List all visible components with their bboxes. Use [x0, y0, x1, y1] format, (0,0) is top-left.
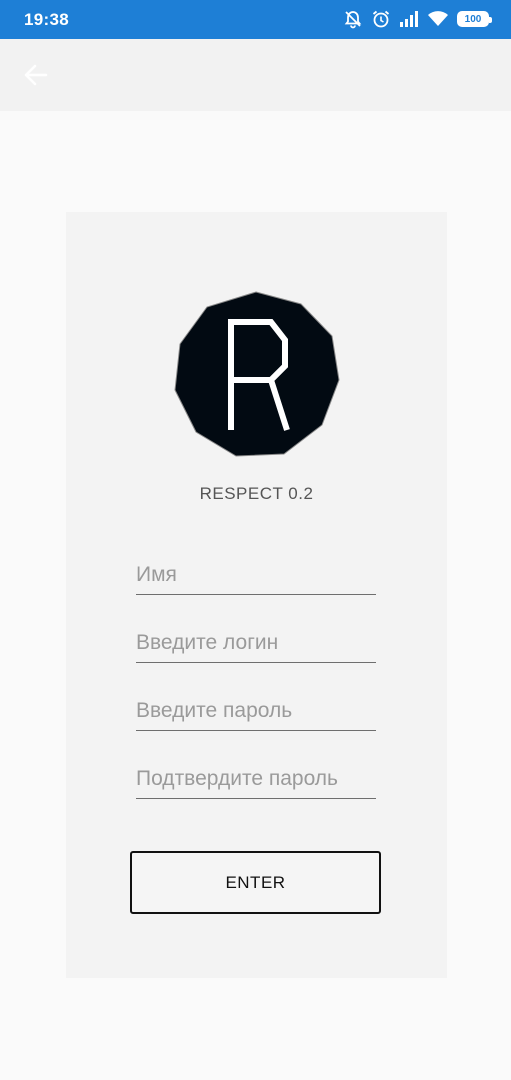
alarm-clock-icon — [371, 9, 391, 29]
status-time: 19:38 — [24, 10, 69, 29]
back-button[interactable] — [22, 61, 50, 89]
signal-icon — [399, 10, 419, 28]
password-input[interactable] — [136, 695, 376, 730]
name-input[interactable] — [136, 559, 376, 594]
app-logo — [171, 290, 341, 460]
toolbar — [0, 39, 511, 111]
alarm-off-icon — [343, 9, 363, 29]
login-input[interactable] — [136, 627, 376, 662]
battery-icon: 100 — [457, 11, 492, 27]
status-bar: 19:38 100 — [0, 0, 511, 39]
register-card: RESPECT 0.2 ENTER — [66, 212, 447, 978]
enter-button[interactable]: ENTER — [130, 851, 381, 914]
app-name: RESPECT 0.2 — [199, 484, 314, 503]
confirm-password-field[interactable] — [136, 763, 376, 799]
login-field[interactable] — [136, 627, 376, 663]
confirm-password-input[interactable] — [136, 763, 376, 798]
password-field[interactable] — [136, 695, 376, 731]
status-icons: 100 — [343, 9, 492, 29]
arrow-left-icon — [24, 64, 48, 86]
battery-level: 100 — [459, 13, 487, 25]
name-field[interactable] — [136, 559, 376, 595]
wifi-icon — [427, 10, 449, 28]
